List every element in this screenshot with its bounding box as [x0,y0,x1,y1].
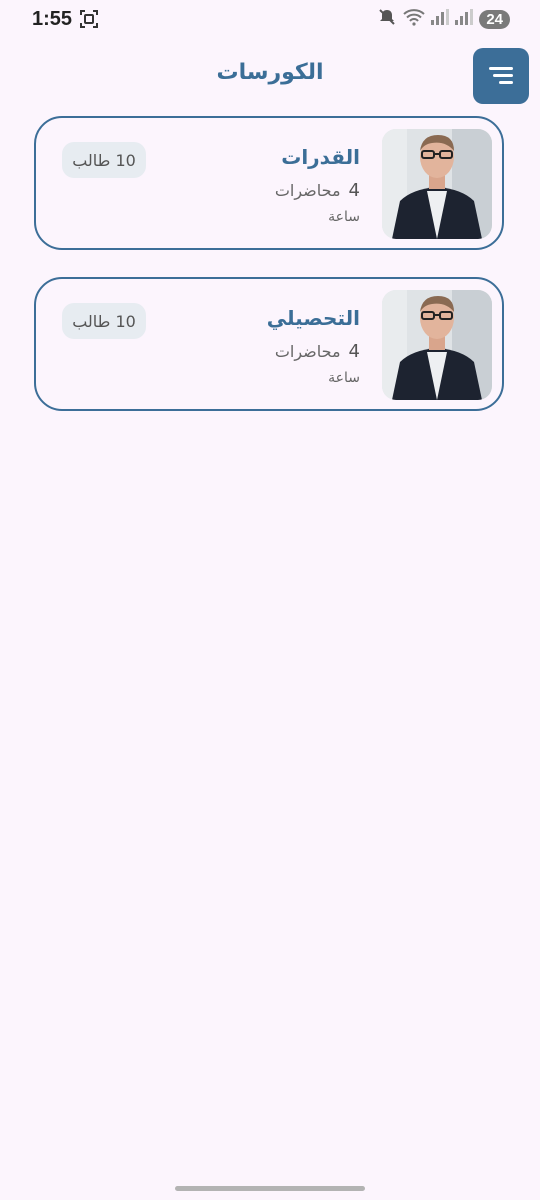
course-title: القدرات [281,145,360,169]
students-badge: 10 طالب [62,303,146,339]
home-indicator[interactable] [175,1186,365,1191]
screen-record-icon [80,10,98,28]
wifi-icon [403,8,425,30]
lectures-label: محاضرات [274,342,341,361]
mute-icon [377,7,397,31]
signal-icon-2 [455,9,474,29]
lectures-count: 4 [348,180,360,201]
lectures-label: محاضرات [274,181,341,200]
course-instructor-photo [382,290,492,400]
course-lectures: 4 محاضرات [275,180,360,201]
course-instructor-photo [382,129,492,239]
course-card[interactable]: القدرات 4 محاضرات ساعة 10 طالب [34,116,504,250]
app-header: الكورسات [0,48,540,104]
menu-icon [489,67,513,85]
students-badge: 10 طالب [62,142,146,178]
course-duration: ساعة [328,370,360,386]
battery-badge: 24 [479,9,510,29]
course-duration: ساعة [328,209,360,225]
lectures-count: 4 [348,341,360,362]
page-title: الكورسات [216,60,324,85]
status-bar: 1:55 24 [0,0,540,40]
course-card[interactable]: التحصيلي 4 محاضرات ساعة 10 طالب [34,277,504,411]
status-time: 1:55 [32,8,73,30]
course-lectures: 4 محاضرات [275,341,360,362]
menu-button[interactable] [473,48,529,104]
signal-icon [431,9,450,29]
course-title: التحصيلي [266,306,360,330]
